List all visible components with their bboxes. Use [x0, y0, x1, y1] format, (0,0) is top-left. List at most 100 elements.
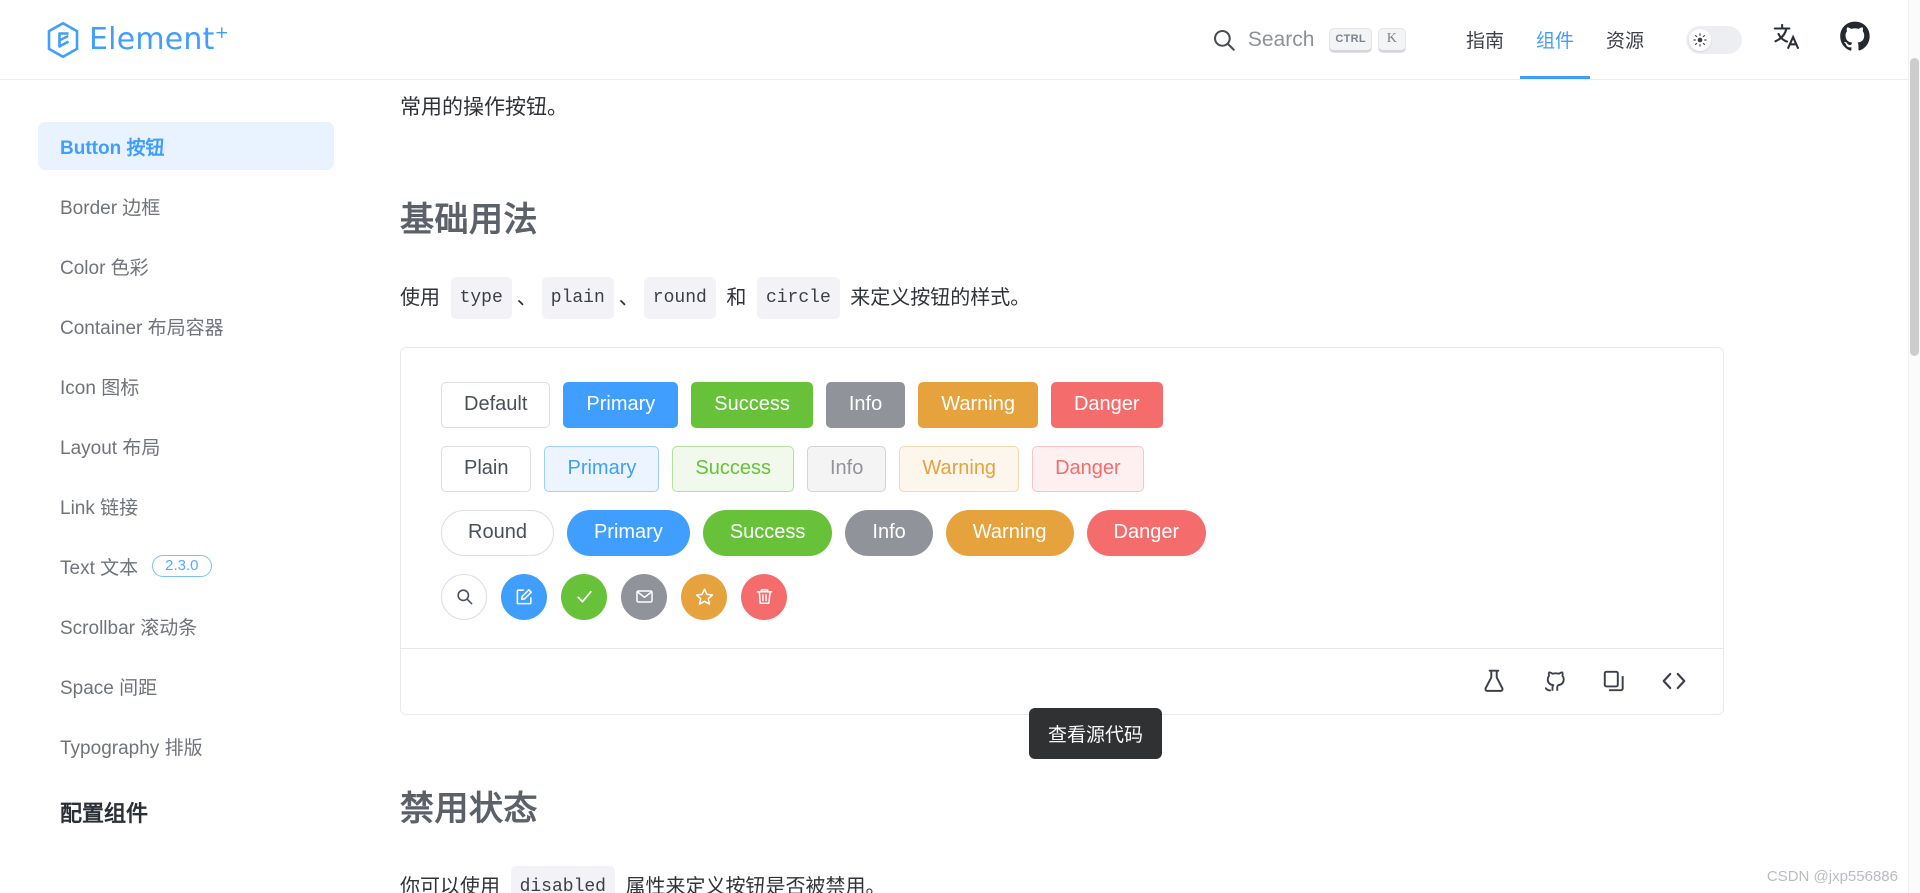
sidebar-group-title: 配置组件 — [60, 801, 149, 826]
watermark-text: CSDN @jxp556886 — [1766, 868, 1898, 885]
sidebar-item-label: Border 边框 — [60, 197, 161, 219]
circle-button-delete[interactable] — [741, 573, 787, 620]
sidebar-item-label: Icon 图标 — [60, 377, 140, 399]
search-icon — [1211, 27, 1237, 53]
sidebar-item-label: Button 按钮 — [60, 137, 165, 159]
button-plain-info[interactable]: Info — [806, 445, 887, 492]
desc-text: 、 — [618, 286, 639, 309]
sidebar-item-scrollbar[interactable]: Scrollbar 滚动条 — [38, 602, 334, 650]
search-icon — [455, 587, 474, 606]
kbd-k: K — [1377, 27, 1406, 52]
page-scrollbar-thumb[interactable] — [1910, 58, 1919, 356]
desc-text: 和 — [720, 286, 752, 309]
translate-icon — [1770, 20, 1804, 59]
sidebar-item-label: Layout 布局 — [60, 437, 161, 459]
sidebar-item-typography[interactable]: Typography 排版 — [38, 722, 334, 770]
button-row-plain: Plain Primary Success Info Warning Dange… — [441, 445, 1683, 492]
disabled-state-description: 你可以使用 disabled 属性来定义按钮是否被禁用。 — [400, 865, 1732, 893]
desc-text: 来定义按钮的样式。 — [844, 286, 1031, 309]
sidebar-nav: Button 按钮 Border 边框 Color 色彩 Container 布… — [0, 80, 372, 893]
page-title-disabled-state: 禁用状态 — [400, 789, 538, 828]
sidebar-item-label: Container 布局容器 — [60, 317, 224, 339]
button-info[interactable]: Info — [825, 381, 906, 428]
sidebar-item-label: Color 色彩 — [60, 257, 149, 279]
button-default[interactable]: Default — [441, 381, 551, 428]
nav-item-components[interactable]: 组件 — [1519, 0, 1590, 79]
button-round-info[interactable]: Info — [845, 509, 933, 556]
circle-button-check[interactable] — [561, 573, 607, 620]
button-warning[interactable]: Warning — [918, 381, 1038, 428]
code-circle: circle — [756, 276, 840, 319]
sidebar-item-container[interactable]: Container 布局容器 — [38, 302, 334, 350]
delete-icon — [755, 587, 774, 606]
circle-button-edit[interactable] — [501, 573, 547, 620]
button-round-warning[interactable]: Warning — [945, 509, 1074, 556]
search-label: Search — [1247, 27, 1315, 51]
button-danger[interactable]: Danger — [1050, 381, 1163, 428]
sidebar-item-label: Typography 排版 — [60, 737, 203, 759]
main-nav: 指南 组件 资源 — [1450, 0, 1660, 79]
button-plain-warning[interactable]: Warning — [899, 445, 1020, 492]
sidebar-item-label: Link 链接 — [60, 497, 139, 519]
circle-button-star[interactable] — [681, 573, 727, 620]
search-shortcut: CTRL K — [1329, 27, 1406, 52]
brand-name: Element — [89, 22, 215, 57]
code-icon[interactable] — [1661, 668, 1687, 694]
circle-button-message[interactable] — [621, 573, 667, 620]
github-icon[interactable] — [1541, 668, 1567, 694]
kbd-ctrl: CTRL — [1329, 27, 1372, 52]
sidebar-item-layout[interactable]: Layout 布局 — [38, 422, 334, 470]
basic-usage-description: 使用 type 、 plain 、 round 和 circle 来定义按钮的样… — [400, 276, 1732, 319]
demo-toolbar — [401, 647, 1723, 714]
button-round-primary[interactable]: Primary — [566, 509, 690, 556]
sidebar-item-label: Scrollbar 滚动条 — [60, 617, 198, 639]
desc-text: 使用 — [400, 286, 446, 309]
nav-item-guide[interactable]: 指南 — [1450, 0, 1520, 79]
button-round[interactable]: Round — [441, 509, 554, 556]
circle-button-search[interactable] — [441, 573, 487, 620]
desc-text: 、 — [516, 286, 537, 309]
button-primary[interactable]: Primary — [563, 381, 679, 428]
desc-text: 属性来定义按钮是否被禁用。 — [619, 875, 886, 893]
sidebar-item-color[interactable]: Color 色彩 — [38, 242, 334, 290]
sidebar-item-link[interactable]: Link 链接 — [38, 482, 334, 530]
sidebar-item-icon[interactable]: Icon 图标 — [38, 362, 334, 410]
code-plain: plain — [541, 276, 614, 319]
view-source-tooltip: 查看源代码 — [1029, 708, 1163, 759]
nav-item-resources[interactable]: 资源 — [1590, 0, 1660, 79]
theme-toggle[interactable] — [1686, 25, 1742, 54]
sidebar-item-button[interactable]: Button 按钮 — [38, 122, 334, 170]
sidebar-item-space[interactable]: Space 间距 — [38, 662, 334, 710]
sidebar-item-label: Space 间距 — [60, 677, 158, 699]
button-success[interactable]: Success — [691, 381, 813, 428]
copy-icon[interactable] — [1601, 668, 1627, 694]
playground-icon[interactable] — [1481, 668, 1507, 694]
code-type: type — [450, 276, 512, 319]
edit-icon — [515, 587, 534, 606]
sidebar-item-border[interactable]: Border 边框 — [38, 182, 334, 230]
button-plain-success[interactable]: Success — [672, 445, 794, 492]
brand-logo[interactable]: Element+ — [46, 21, 229, 59]
search-button[interactable]: Search CTRL K — [1211, 27, 1406, 53]
button-round-success[interactable]: Success — [702, 509, 833, 556]
sidebar-item-text[interactable]: Text 文本 2.3.0 — [38, 542, 334, 590]
code-round: round — [643, 276, 716, 319]
button-plain-primary[interactable]: Primary — [544, 445, 660, 492]
button-demo-block: Default Primary Success Info Warning Dan… — [400, 346, 1724, 715]
button-plain-danger[interactable]: Danger — [1032, 445, 1144, 492]
lead-paragraph: 常用的操作按钮。 — [400, 96, 568, 119]
sun-icon — [1689, 28, 1711, 51]
github-link-button[interactable] — [1832, 17, 1878, 63]
brand-superscript: + — [214, 23, 230, 43]
page-scrollbar-track[interactable] — [1908, 0, 1920, 893]
github-icon — [1839, 21, 1871, 58]
sidebar-item-label: Text 文本 — [60, 557, 139, 579]
button-plain[interactable]: Plain — [441, 445, 532, 492]
button-round-danger[interactable]: Danger — [1086, 509, 1207, 556]
button-row-solid: Default Primary Success Info Warning Dan… — [441, 381, 1683, 428]
main-content: 常用的操作按钮。 基础用法 使用 type 、 plain 、 round 和 … — [372, 80, 1908, 893]
language-switch-button[interactable] — [1764, 17, 1810, 63]
code-disabled: disabled — [510, 865, 615, 893]
message-icon — [635, 587, 654, 606]
page-title-basic-usage: 基础用法 — [400, 200, 538, 239]
